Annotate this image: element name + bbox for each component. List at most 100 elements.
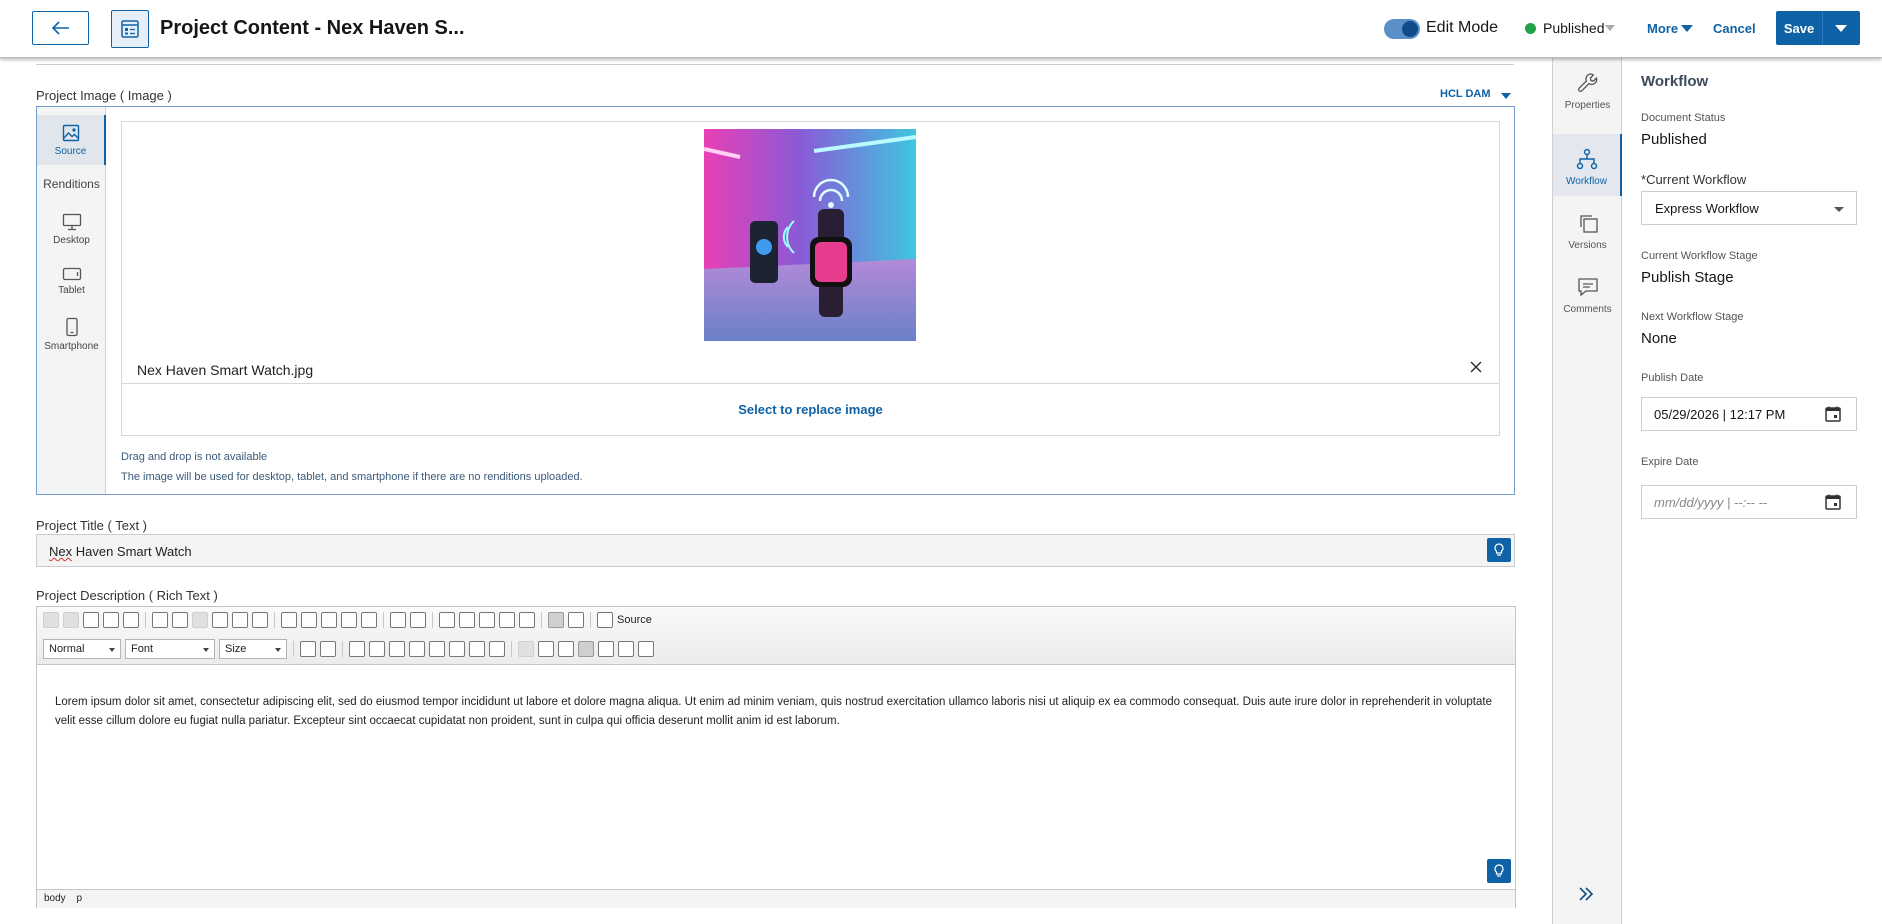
more-caret-icon[interactable] [1681,25,1693,32]
rail-versions-tab[interactable]: Versions [1553,198,1622,260]
align-center-icon[interactable] [598,641,614,657]
expire-date-input[interactable]: mm/dd/yyyy | --:-- -- [1641,485,1857,519]
source-button-label: Source [617,614,652,626]
current-stage-label: Current Workflow Stage [1641,250,1758,262]
superscript-icon[interactable] [449,641,465,657]
remove-format-icon[interactable] [341,612,357,628]
image-field-panel: Source Renditions Desktop Tablet Smartph… [36,106,1515,495]
page-break-icon[interactable] [519,612,535,628]
table-icon[interactable] [281,612,297,628]
blockquote-icon[interactable] [558,641,574,657]
rendition-source-tab[interactable]: Source [37,115,106,165]
rail-versions-label: Versions [1568,240,1607,251]
rendition-smartphone-tab[interactable]: Smartphone [37,317,106,352]
format-combo[interactable]: Normal [43,639,121,659]
close-icon[interactable] [1467,358,1485,376]
project-title-input[interactable]: Nex Haven Smart Watch [36,534,1515,567]
editor-body[interactable]: Lorem ipsum dolor sit amet, consectetur … [55,693,1495,731]
toolbar-separator [432,612,433,628]
find-replace-icon[interactable] [212,612,228,628]
italic-icon[interactable] [369,641,385,657]
expire-date-placeholder: mm/dd/yyyy | --:-- -- [1654,495,1768,510]
size-combo[interactable]: Size [219,639,287,659]
rich-text-editor: Source Normal Font Size Lorem ipsum dolo… [36,606,1516,908]
template-icon[interactable] [361,612,377,628]
indent-icon[interactable] [538,641,554,657]
bulleted-list-icon[interactable] [489,641,505,657]
paste-icon[interactable] [83,612,99,628]
paste-text-icon[interactable] [103,612,119,628]
rail-workflow-tab[interactable]: Workflow [1553,134,1622,196]
next-stage-value: None [1641,330,1677,347]
status-caret-icon[interactable] [1605,25,1615,31]
cancel-button[interactable]: Cancel [1713,21,1756,36]
title-field-label: Project Title ( Text ) [36,518,148,533]
numbered-list-icon[interactable] [301,612,317,628]
table-grid-icon[interactable] [439,612,455,628]
horizontal-rule-icon[interactable] [459,612,475,628]
copy-icon[interactable] [63,612,79,628]
lightbulb-icon [1494,543,1504,556]
current-workflow-select[interactable]: Express Workflow [1641,191,1857,225]
underline-icon[interactable] [389,641,405,657]
rail-comments-tab[interactable]: Comments [1553,262,1622,324]
select-all-icon[interactable] [232,612,248,628]
cut-icon[interactable] [43,612,59,628]
edit-mode-toggle[interactable] [1384,19,1420,39]
comment-icon [1577,278,1598,297]
rendition-desktop-tab[interactable]: Desktop [37,213,106,246]
title-assist-button[interactable] [1487,538,1511,562]
font-combo[interactable]: Font [125,639,215,659]
top-divider [36,64,1514,65]
chevron-double-right-icon[interactable] [1577,886,1595,902]
path-p[interactable]: p [76,893,82,904]
save-split-button[interactable]: Save [1776,11,1860,45]
align-right-icon[interactable] [618,641,634,657]
calendar-icon[interactable] [1824,405,1842,423]
special-char-icon[interactable] [479,612,495,628]
strike-icon[interactable] [409,641,425,657]
image-thumbnail[interactable] [704,129,916,341]
text-color-icon[interactable] [300,641,316,657]
more-menu-button[interactable]: More [1647,21,1678,36]
page-title: Project Content - Nex Haven S... [160,17,465,39]
bold-icon[interactable] [349,641,365,657]
print-icon[interactable] [152,612,168,628]
current-workflow-label: *Current Workflow [1641,172,1746,187]
align-justify-icon[interactable] [638,641,654,657]
show-blocks-icon[interactable] [548,612,564,628]
publish-date-input[interactable]: 05/29/2026 | 12:17 PM [1641,397,1857,431]
path-body[interactable]: body [44,893,66,904]
iframe-icon[interactable] [499,612,515,628]
image-insert-icon[interactable] [252,612,268,628]
content-form: Project Image ( Image ) HCL DAM Source R… [0,58,1552,924]
strikethrough-icon[interactable] [321,612,337,628]
redo-icon[interactable] [192,612,208,628]
insert-image-icon[interactable] [390,612,406,628]
align-left-icon[interactable] [578,641,594,657]
dam-caret-icon[interactable] [1501,93,1511,99]
replace-image-button[interactable]: Select to replace image [121,383,1500,436]
outdent-icon[interactable] [518,641,534,657]
rail-properties-tab[interactable]: Properties [1553,58,1622,120]
paste-word-icon[interactable] [123,612,139,628]
image-icon [62,124,79,142]
hcl-dam-dropdown[interactable]: HCL DAM [1440,88,1491,100]
ordered-list-icon[interactable] [469,641,485,657]
link-icon[interactable] [410,612,426,628]
status-dropdown[interactable]: Published [1543,20,1605,36]
calendar-icon[interactable] [1824,493,1842,511]
desktop-icon [62,213,81,231]
source-button[interactable]: Source [597,612,652,628]
toolbar-separator [145,612,146,628]
subscript-icon[interactable] [429,641,445,657]
save-options-caret-icon[interactable] [1835,25,1847,32]
back-button[interactable] [32,11,89,45]
save-button-label[interactable]: Save [1776,21,1822,36]
toolbar-separator [293,641,294,657]
undo-icon[interactable] [172,612,188,628]
rendition-tablet-tab[interactable]: Tablet [37,267,106,296]
description-assist-button[interactable] [1487,859,1511,883]
background-color-icon[interactable] [320,641,336,657]
paragraph-mark-icon[interactable] [568,612,584,628]
